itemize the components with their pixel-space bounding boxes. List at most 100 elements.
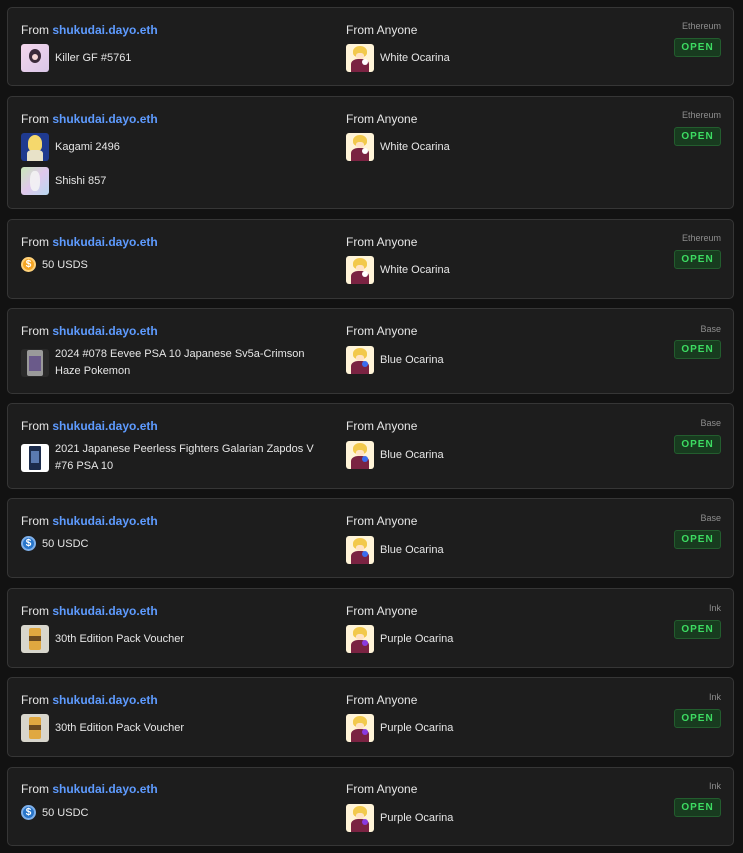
offered-token[interactable]: $ 50 USDS (21, 257, 88, 272)
trade-listing-card[interactable]: From shukudai.dayo.eth $ 50 USDC From An… (7, 767, 734, 846)
status-badge-open[interactable]: OPEN (674, 127, 721, 146)
requested-item[interactable]: White Ocarina (346, 44, 450, 72)
offered-token-amount: 50 USDS (42, 258, 88, 271)
chain-label: Ink (708, 781, 721, 791)
zapdos-psa-card-thumbnail (21, 444, 49, 472)
offered-item[interactable]: 30th Edition Pack Voucher (21, 625, 184, 653)
trade-listing-card[interactable]: From shukudai.dayo.eth $ 50 USDC From An… (7, 498, 734, 578)
requested-item-name: White Ocarina (380, 140, 450, 153)
offerer-username-link[interactable]: shukudai.dayo.eth (52, 782, 157, 796)
chain-label: Ethereum (681, 110, 721, 120)
offerer-line: From shukudai.dayo.eth (21, 693, 158, 707)
offered-token-amount: 50 USDC (42, 537, 89, 550)
counterparty-name: Anyone (376, 235, 418, 249)
counterparty-name: Anyone (376, 23, 418, 37)
status-badge-open[interactable]: OPEN (674, 709, 721, 728)
offerer-line: From shukudai.dayo.eth (21, 782, 158, 796)
offered-item[interactable]: 30th Edition Pack Voucher (21, 714, 184, 742)
from-prefix: From (21, 604, 49, 618)
offered-item[interactable]: Shishi 857 (21, 167, 106, 195)
offerer-username-link[interactable]: shukudai.dayo.eth (52, 604, 157, 618)
usds-coin-icon: $ (21, 257, 36, 272)
from-prefix: From (346, 112, 374, 126)
offerer-username-link[interactable]: shukudai.dayo.eth (52, 324, 157, 338)
counterparty-name: Anyone (376, 514, 418, 528)
requested-item-name: White Ocarina (380, 51, 450, 64)
status-badge-open[interactable]: OPEN (674, 435, 721, 454)
offered-token[interactable]: $ 50 USDC (21, 536, 88, 551)
counterparty-name: Anyone (376, 419, 418, 433)
requested-item[interactable]: Purple Ocarina (346, 714, 453, 742)
status-badge-open[interactable]: OPEN (674, 530, 721, 549)
offerer-username-link[interactable]: shukudai.dayo.eth (52, 112, 157, 126)
trade-listing-card[interactable]: From shukudai.dayo.eth Killer GF #5761 F… (7, 7, 734, 86)
from-prefix: From (21, 235, 49, 249)
status-badge-open[interactable]: OPEN (674, 340, 721, 359)
offered-item-name: 30th Edition Pack Voucher (55, 632, 185, 645)
from-prefix: From (21, 112, 49, 126)
from-prefix: From (21, 419, 49, 433)
offered-item[interactable]: Kagami 2496 (21, 133, 120, 161)
requested-item[interactable]: Blue Ocarina (346, 536, 444, 564)
counterparty-name: Anyone (376, 693, 418, 707)
from-prefix: From (21, 782, 49, 796)
offered-item[interactable]: Killer GF #5761 (21, 44, 131, 72)
from-prefix: From (346, 693, 374, 707)
counterparty-name: Anyone (376, 324, 418, 338)
trade-listing-card[interactable]: From shukudai.dayo.eth 2021 Japanese Pee… (7, 403, 734, 489)
offerer-username-link[interactable]: shukudai.dayo.eth (52, 514, 157, 528)
requested-item-name: Purple Ocarina (380, 632, 454, 645)
from-prefix: From (346, 419, 374, 433)
trade-listing-card[interactable]: From shukudai.dayo.eth 2024 #078 Eevee P… (7, 308, 734, 394)
requested-item-name: Purple Ocarina (380, 811, 454, 824)
status-badge-open[interactable]: OPEN (674, 38, 721, 57)
from-prefix: From (346, 235, 374, 249)
offered-item-name: Shishi 857 (55, 174, 107, 187)
trade-listing-card[interactable]: From shukudai.dayo.eth 30th Edition Pack… (7, 677, 734, 757)
offered-item-name: Kagami 2496 (55, 140, 120, 153)
requested-item-name: Blue Ocarina (380, 353, 444, 366)
white-ocarina-thumbnail (346, 256, 374, 284)
counterparty-name: Anyone (376, 782, 418, 796)
requested-item[interactable]: Blue Ocarina (346, 441, 444, 469)
trade-listing-card[interactable]: From shukudai.dayo.eth Kagami 2496 Shish… (7, 96, 734, 209)
from-prefix: From (346, 514, 374, 528)
offered-item[interactable]: 2021 Japanese Peerless Fighters Galarian… (21, 441, 323, 475)
trade-listing-card[interactable]: From shukudai.dayo.eth 30th Edition Pack… (7, 588, 734, 668)
eevee-psa-card-thumbnail (21, 349, 49, 377)
from-prefix: From (346, 782, 374, 796)
status-badge-open[interactable]: OPEN (674, 620, 721, 639)
offerer-username-link[interactable]: shukudai.dayo.eth (52, 235, 157, 249)
trade-listing-list: From shukudai.dayo.eth Killer GF #5761 F… (0, 0, 743, 853)
from-prefix: From (21, 324, 49, 338)
offerer-username-link[interactable]: shukudai.dayo.eth (52, 23, 157, 37)
status-badge-open[interactable]: OPEN (674, 798, 721, 817)
offered-item[interactable]: 2024 #078 Eevee PSA 10 Japanese Sv5a-Cri… (21, 346, 323, 380)
offerer-line: From shukudai.dayo.eth (21, 235, 158, 249)
status-badge-open[interactable]: OPEN (674, 250, 721, 269)
from-prefix: From (346, 604, 374, 618)
counterparty-line: From Anyone (346, 112, 417, 126)
offerer-line: From shukudai.dayo.eth (21, 324, 158, 338)
chain-label: Base (700, 513, 721, 523)
requested-item[interactable]: White Ocarina (346, 133, 450, 161)
requested-item[interactable]: Purple Ocarina (346, 625, 453, 653)
offerer-username-link[interactable]: shukudai.dayo.eth (52, 419, 157, 433)
white-ocarina-thumbnail (346, 44, 374, 72)
offerer-username-link[interactable]: shukudai.dayo.eth (52, 693, 157, 707)
from-prefix: From (21, 693, 49, 707)
offerer-line: From shukudai.dayo.eth (21, 112, 158, 126)
counterparty-name: Anyone (376, 112, 418, 126)
pack-voucher-thumbnail (21, 714, 49, 742)
from-prefix: From (21, 514, 49, 528)
white-ocarina-thumbnail (346, 133, 374, 161)
trade-listing-card[interactable]: From shukudai.dayo.eth $ 50 USDS From An… (7, 219, 734, 299)
offered-token[interactable]: $ 50 USDC (21, 805, 88, 820)
counterparty-line: From Anyone (346, 419, 417, 433)
requested-item[interactable]: Purple Ocarina (346, 804, 453, 832)
requested-item[interactable]: White Ocarina (346, 256, 450, 284)
chain-label: Base (700, 418, 721, 428)
requested-item[interactable]: Blue Ocarina (346, 346, 444, 374)
counterparty-line: From Anyone (346, 693, 417, 707)
offered-token-amount: 50 USDC (42, 806, 89, 819)
